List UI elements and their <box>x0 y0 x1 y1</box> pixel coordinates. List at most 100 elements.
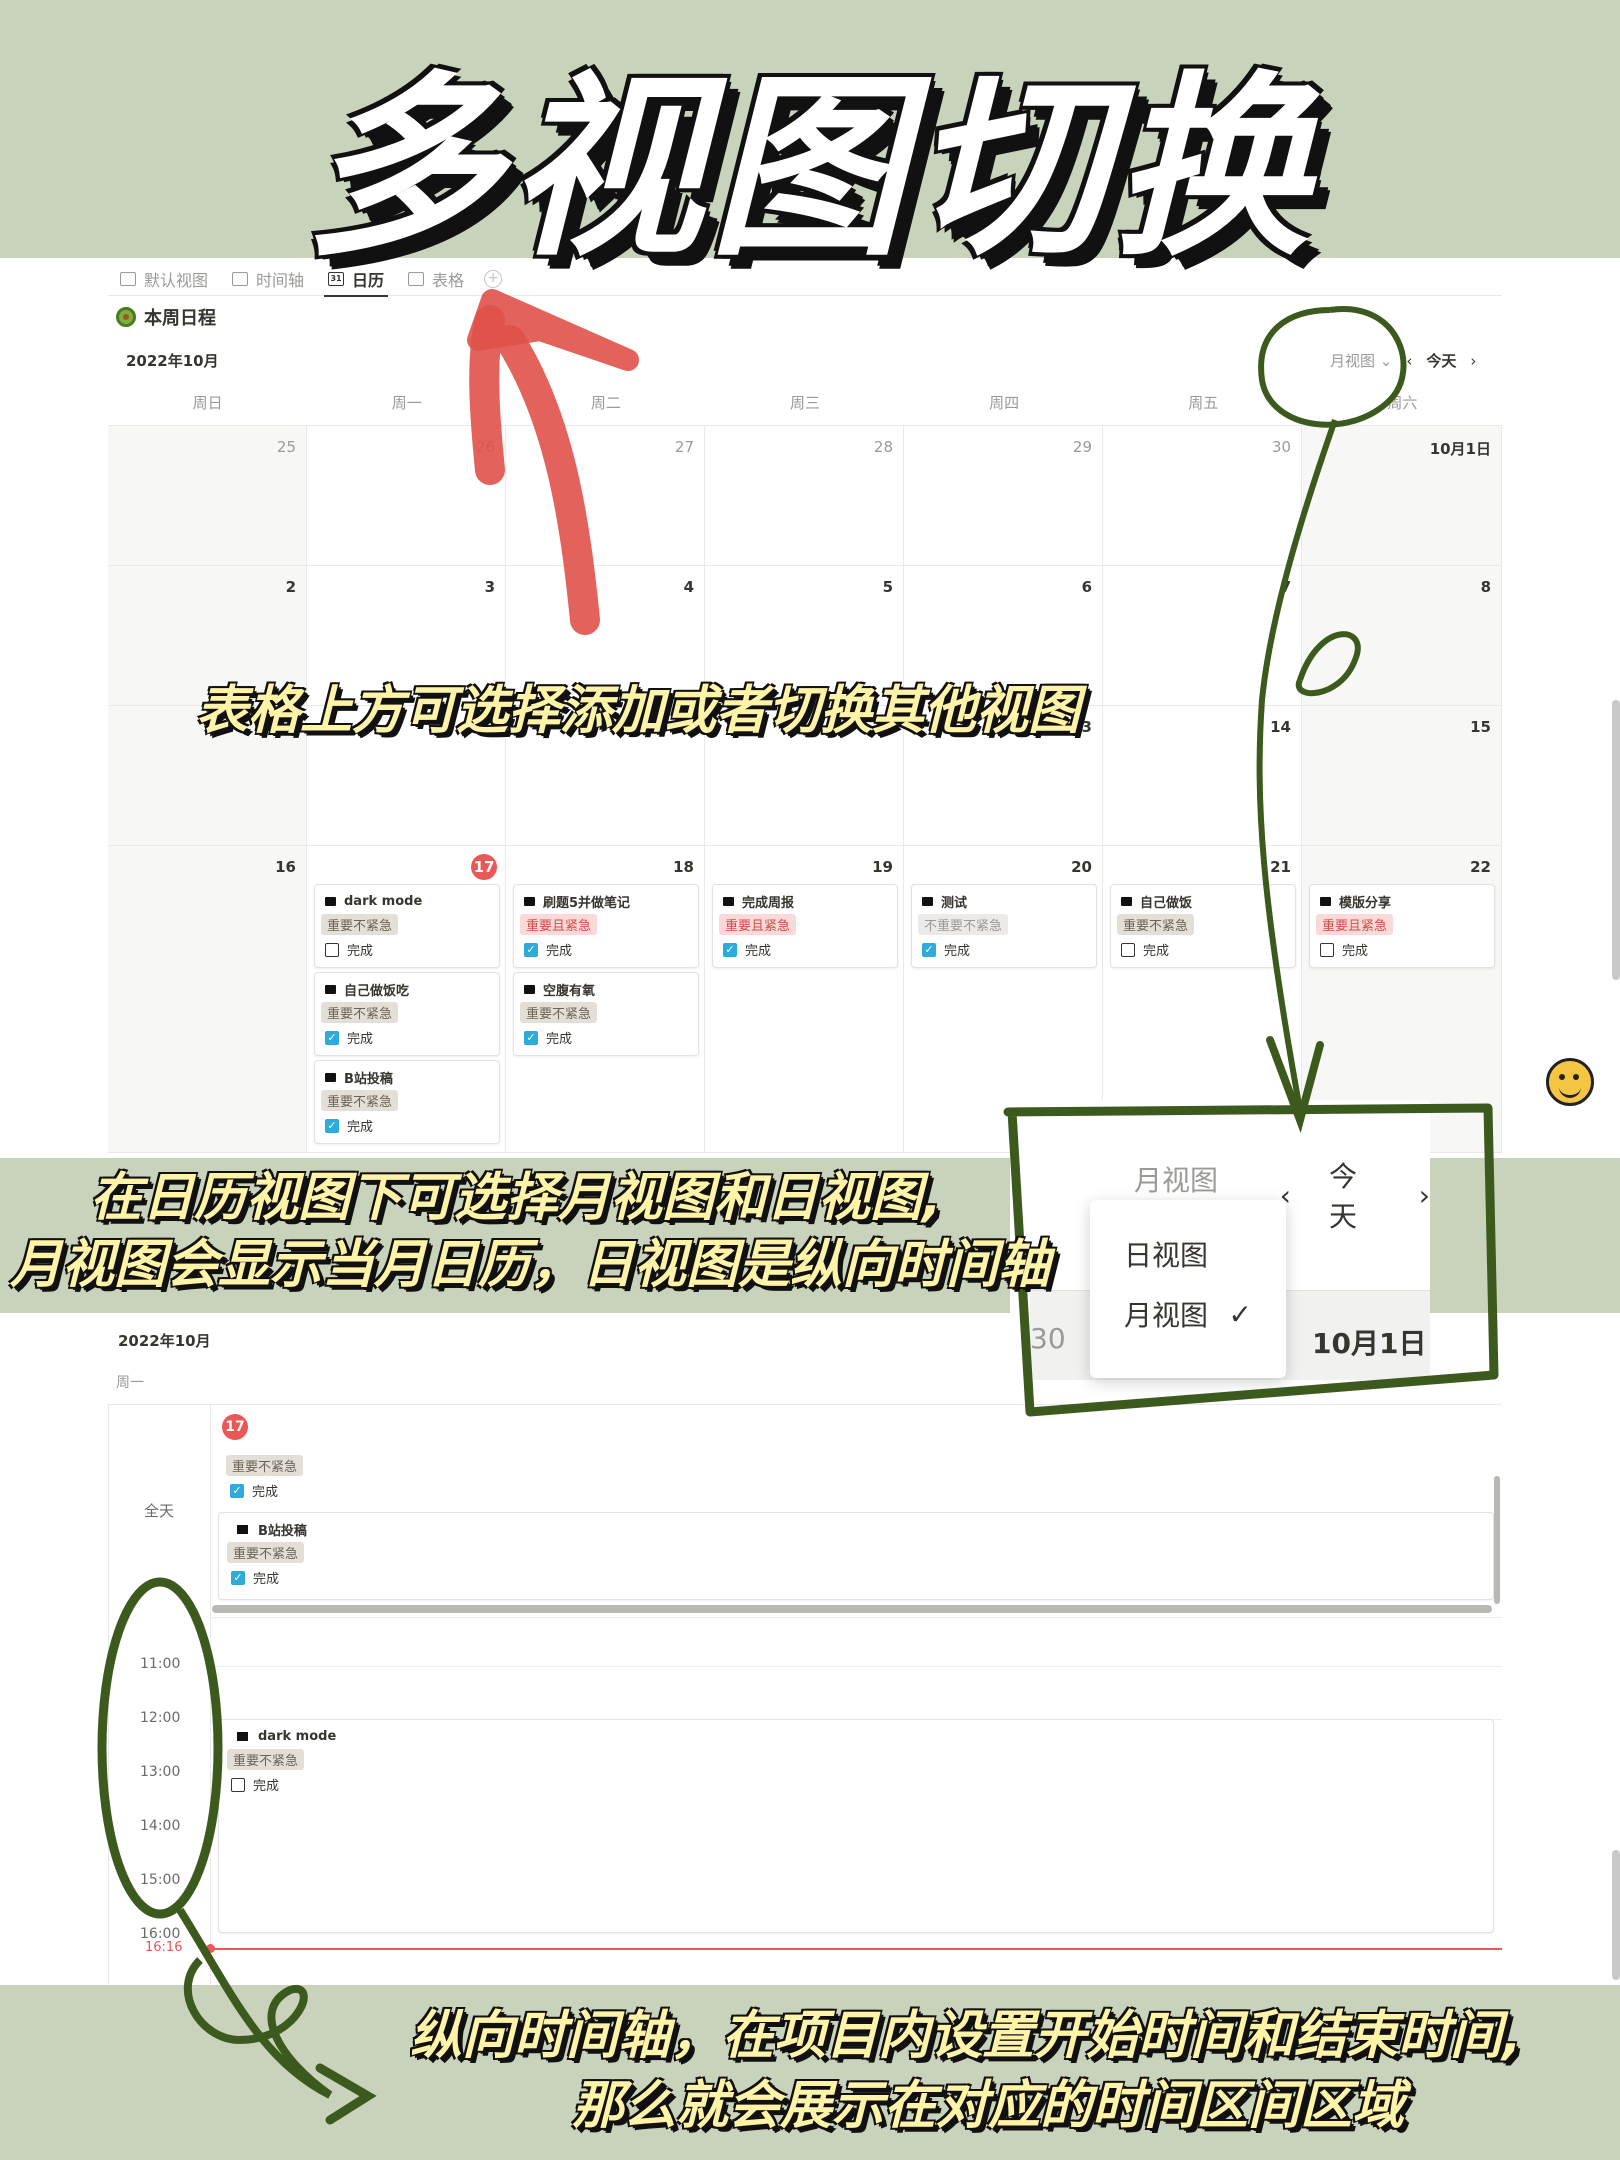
priority-tag: 重要且紧急 <box>1316 914 1394 935</box>
all-day-event[interactable]: 重要不紧急 ✓ 完成 <box>218 1446 1494 1504</box>
menu-item-day-view[interactable]: 日视图 <box>1090 1224 1286 1284</box>
page-icon <box>325 984 336 994</box>
event-card[interactable]: dark mode 重要不紧急 完成 <box>314 884 500 968</box>
day-number: 22 <box>1470 858 1491 876</box>
checkbox-icon[interactable]: ✓ <box>325 1030 339 1045</box>
table-icon <box>408 272 425 286</box>
checkbox-icon[interactable] <box>1320 942 1334 957</box>
page-scrollbar[interactable] <box>1612 700 1620 980</box>
checkbox-icon[interactable]: ✓ <box>524 1030 538 1045</box>
event-title-text: dark mode <box>344 893 423 909</box>
weekday-header: 周日 周一 周二 周三 周四 周五 周六 <box>108 392 1502 413</box>
day-number: 7 <box>1280 578 1291 596</box>
done-checkbox[interactable]: 完成 <box>1117 940 1289 959</box>
day-cell[interactable]: 28 <box>705 426 904 566</box>
day-cell[interactable]: 29 <box>904 426 1103 566</box>
page-icon <box>524 984 535 994</box>
tab-timeline[interactable]: 时间轴 <box>220 262 316 296</box>
tab-calendar[interactable]: 31 日历 <box>316 262 396 297</box>
day-cell[interactable]: 7 <box>1103 566 1302 706</box>
day-number: 21 <box>1270 858 1291 876</box>
day-cell[interactable]: 30 <box>1103 426 1302 566</box>
day-cell[interactable]: 27 <box>506 426 705 566</box>
checkbox-icon[interactable]: ✓ <box>723 942 737 957</box>
checkbox-icon[interactable]: ✓ <box>230 1483 244 1498</box>
day-cell[interactable]: 25 <box>108 426 307 566</box>
day-cell[interactable]: 26 <box>307 426 506 566</box>
checkbox-icon[interactable] <box>325 942 339 957</box>
prev-icon[interactable]: ‹ <box>1406 352 1412 370</box>
day-number: 20 <box>1071 858 1092 876</box>
day-cell[interactable]: 10月1日 <box>1302 426 1502 566</box>
done-checkbox[interactable]: 完成 <box>227 1775 1485 1794</box>
timeline-icon <box>232 272 249 286</box>
event-title: dark mode <box>321 891 493 911</box>
caption-timeline-line2: 那么就会展示在对应的时间区间区域 <box>572 2076 1405 2136</box>
done-checkbox[interactable]: ✓ 完成 <box>918 940 1090 959</box>
today-button[interactable]: 今天 <box>1329 1155 1381 1235</box>
checkbox-label: 完成 <box>546 944 573 959</box>
checkbox-icon[interactable] <box>231 1777 245 1792</box>
day-cell[interactable]: 16 <box>108 846 307 1153</box>
event-card[interactable]: 测试 不重要不紧急 ✓ 完成 <box>911 884 1097 968</box>
event-card[interactable]: 自己做饭 重要不紧急 完成 <box>1110 884 1296 968</box>
add-view-icon[interactable]: + <box>484 270 503 288</box>
done-checkbox[interactable]: ✓ 完成 <box>719 940 891 959</box>
day-cell[interactable]: 15 <box>1302 706 1502 846</box>
page-icon <box>922 896 933 906</box>
event-title-text: 完成周报 <box>742 895 795 911</box>
today-button[interactable]: 今天 <box>1426 350 1456 371</box>
event-card[interactable]: B站投稿 重要不紧急 ✓ 完成 <box>314 1060 500 1144</box>
avocado-icon <box>116 307 136 327</box>
tab-label: 默认视图 <box>144 271 209 290</box>
checkbox-label: 完成 <box>253 1572 280 1587</box>
done-checkbox[interactable]: ✓ 完成 <box>321 1116 493 1135</box>
day-cell[interactable]: 8 <box>1302 566 1502 706</box>
checkbox-icon[interactable]: ✓ <box>231 1570 245 1585</box>
caption-view-switch: 表格上方可选择添加或者切换其他视图 <box>196 681 1081 741</box>
tab-default-view[interactable]: 默认视图 <box>108 262 220 296</box>
tab-table[interactable]: 表格 <box>396 262 476 296</box>
day-number: 28 <box>873 438 893 456</box>
event-card[interactable]: 刷题5并做笔记 重要且紧急 ✓ 完成 <box>513 884 699 968</box>
done-checkbox[interactable]: ✓ 完成 <box>226 1481 1486 1500</box>
caption-calendar-line2: 月视图会显示当月日历，日视图是纵向时间轴 <box>10 1235 1051 1295</box>
tab-label: 时间轴 <box>256 271 305 290</box>
all-day-event[interactable]: B站投稿 重要不紧急 ✓ 完成 <box>218 1512 1494 1600</box>
done-checkbox[interactable]: ✓ 完成 <box>520 940 692 959</box>
page-icon <box>237 1524 248 1534</box>
current-time-dot <box>206 1944 215 1953</box>
day-cell[interactable]: 14 <box>1103 706 1302 846</box>
menu-item-month-view[interactable]: 月视图 ✓ <box>1090 1284 1286 1344</box>
hour-gridline <box>210 1617 1502 1618</box>
next-icon[interactable]: › <box>1419 1179 1430 1212</box>
checkbox-icon[interactable]: ✓ <box>922 942 936 957</box>
day-number: 29 <box>1072 438 1092 456</box>
done-checkbox[interactable]: 完成 <box>321 940 493 959</box>
vertical-scrollbar[interactable] <box>1494 1476 1500 1604</box>
checkbox-icon[interactable]: ✓ <box>524 942 538 957</box>
event-card[interactable]: 自己做饭吃 重要不紧急 ✓ 完成 <box>314 972 500 1056</box>
event-title-text: 空腹有氧 <box>543 983 596 999</box>
event-card[interactable]: 空腹有氧 重要不紧急 ✓ 完成 <box>513 972 699 1056</box>
checkbox-icon[interactable]: ✓ <box>325 1118 339 1133</box>
checkbox-icon[interactable] <box>1121 942 1135 957</box>
day-number: 25 <box>276 438 296 456</box>
next-icon[interactable]: › <box>1470 352 1476 370</box>
page-icon <box>723 896 734 906</box>
check-icon: ✓ <box>1228 1297 1252 1331</box>
done-checkbox[interactable]: ✓ 完成 <box>227 1568 1485 1587</box>
view-select-label: 月视图 <box>1330 352 1376 370</box>
view-select[interactable]: 月视图 ⌄ <box>1330 350 1392 371</box>
all-day-label: 全天 <box>144 1502 175 1520</box>
timed-event[interactable]: dark mode 重要不紧急 完成 <box>218 1719 1494 1933</box>
event-card[interactable]: 完成周报 重要且紧急 ✓ 完成 <box>712 884 898 968</box>
page-scrollbar[interactable] <box>1612 1850 1620 1980</box>
done-checkbox[interactable]: ✓ 完成 <box>520 1028 692 1047</box>
month-label: 2022年10月 <box>126 352 219 370</box>
done-checkbox[interactable]: 完成 <box>1316 940 1488 959</box>
horizontal-scrollbar[interactable] <box>212 1605 1492 1613</box>
event-card[interactable]: 模版分享 重要且紧急 完成 <box>1309 884 1495 968</box>
done-checkbox[interactable]: ✓ 完成 <box>321 1028 493 1047</box>
page-icon <box>237 1731 248 1741</box>
